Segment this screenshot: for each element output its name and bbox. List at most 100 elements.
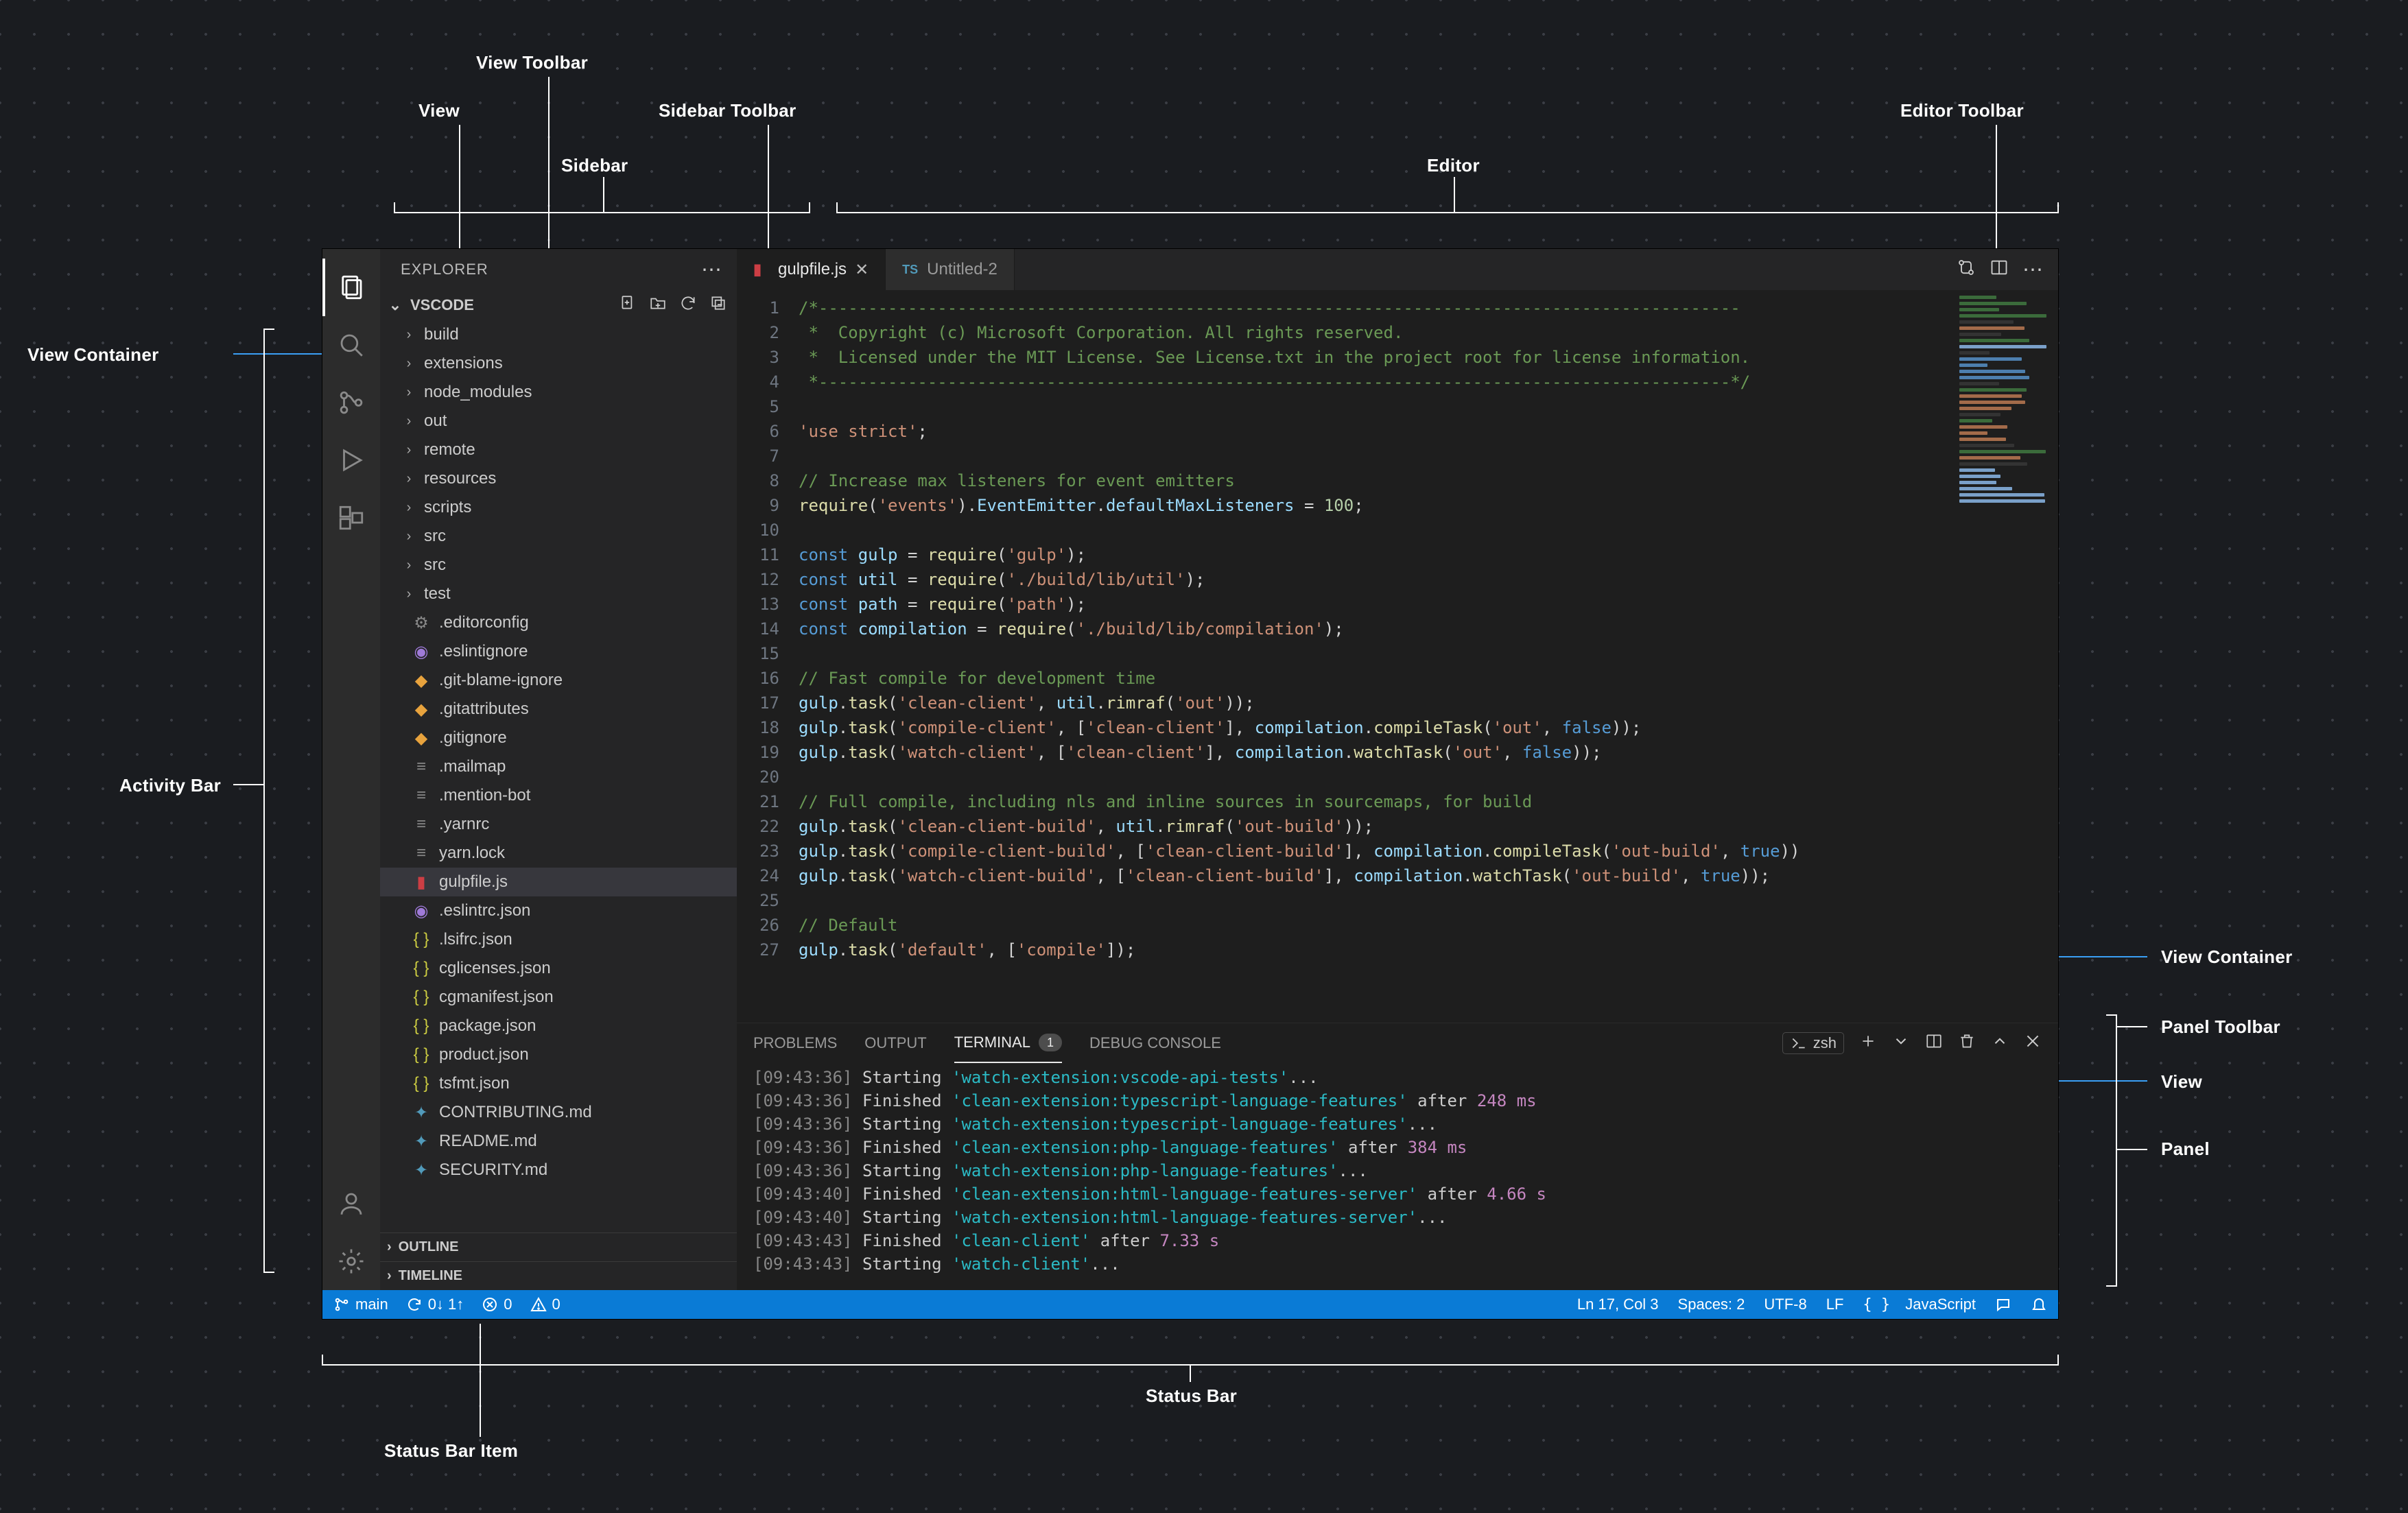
chevron-right-icon: › xyxy=(402,327,416,343)
tree-folder[interactable]: ›out xyxy=(380,407,737,436)
tree-file[interactable]: ◉.eslintrc.json xyxy=(380,896,737,925)
tree-folder[interactable]: ›scripts xyxy=(380,493,737,522)
sidebar-more-icon[interactable]: ⋯ xyxy=(701,258,723,282)
explorer-section-label: VSCODE xyxy=(410,296,474,314)
panel-tab-debug-console[interactable]: DEBUG CONSOLE xyxy=(1089,1023,1221,1063)
tree-file[interactable]: ✦README.md xyxy=(380,1127,737,1156)
minimap[interactable] xyxy=(1955,290,2058,1023)
activity-account-icon[interactable] xyxy=(322,1175,380,1232)
status-feedback-icon[interactable] xyxy=(1995,1296,2011,1313)
label-sidebar-toolbar: Sidebar Toolbar xyxy=(659,100,796,121)
status-errors[interactable]: 0 xyxy=(482,1296,512,1313)
tree-file[interactable]: ◆.gitattributes xyxy=(380,695,737,724)
split-terminal-icon[interactable] xyxy=(1925,1032,1943,1054)
maximize-panel-icon[interactable] xyxy=(1991,1032,2009,1054)
tree-file[interactable]: ◆.gitignore xyxy=(380,724,737,752)
chevron-down-icon: ⌄ xyxy=(387,296,403,314)
kill-terminal-icon[interactable] xyxy=(1958,1032,1976,1054)
status-bar: main 0↓ 1↑ 0 0 Ln 17, Col 3 Spaces: 2 UT… xyxy=(322,1290,2058,1319)
tree-file[interactable]: { }cgmanifest.json xyxy=(380,983,737,1012)
close-icon[interactable]: ✕ xyxy=(855,260,869,280)
status-branch[interactable]: main xyxy=(333,1296,388,1313)
status-cursor-pos[interactable]: Ln 17, Col 3 xyxy=(1577,1296,1659,1313)
new-folder-icon[interactable] xyxy=(649,294,667,316)
activity-scm-icon[interactable] xyxy=(322,374,380,431)
tree-label: .git-blame-ignore xyxy=(439,671,563,690)
status-notifications-icon[interactable] xyxy=(2031,1296,2047,1313)
code-editor[interactable]: 1234567891011121314151617181920212223242… xyxy=(737,290,1955,1023)
tree-folder[interactable]: ›src xyxy=(380,522,737,551)
file-tree[interactable]: ›build›extensions›node_modules›out›remot… xyxy=(380,320,737,1232)
refresh-icon[interactable] xyxy=(679,294,697,316)
tree-label: package.json xyxy=(439,1016,536,1036)
status-eol[interactable]: LF xyxy=(1826,1296,1844,1313)
tree-label: extensions xyxy=(424,354,503,373)
tree-label: .gitattributes xyxy=(439,700,529,719)
tree-label: build xyxy=(424,325,459,344)
activity-settings-icon[interactable] xyxy=(322,1232,380,1290)
tree-file[interactable]: ✦SECURITY.md xyxy=(380,1156,737,1184)
tree-folder[interactable]: ›resources xyxy=(380,464,737,493)
terminal-dropdown-icon[interactable] xyxy=(1892,1032,1910,1054)
tree-file[interactable]: ◆.git-blame-ignore xyxy=(380,666,737,695)
activity-debug-icon[interactable] xyxy=(322,431,380,489)
close-panel-icon[interactable] xyxy=(2024,1032,2042,1054)
tree-label: src xyxy=(424,556,446,575)
label-activity-bar: Activity Bar xyxy=(119,775,221,796)
tree-folder[interactable]: ›remote xyxy=(380,436,737,464)
tree-folder[interactable]: ›node_modules xyxy=(380,378,737,407)
split-editor-icon[interactable] xyxy=(1990,258,2009,282)
outline-section[interactable]: › OUTLINE xyxy=(380,1232,737,1261)
editor-more-icon[interactable]: ⋯ xyxy=(2022,258,2044,282)
activity-extensions-icon[interactable] xyxy=(322,489,380,547)
tree-file[interactable]: { }product.json xyxy=(380,1040,737,1069)
tree-file[interactable]: ▮gulpfile.js xyxy=(380,868,737,896)
terminal-output[interactable]: [09:43:36] Starting 'watch-extension:vsc… xyxy=(737,1063,2058,1290)
new-terminal-icon[interactable] xyxy=(1859,1032,1877,1054)
editor-tab[interactable]: ▮gulpfile.js✕ xyxy=(737,249,886,290)
panel-tab-output[interactable]: OUTPUT xyxy=(864,1023,926,1063)
tree-file[interactable]: ✦CONTRIBUTING.md xyxy=(380,1098,737,1127)
status-warnings[interactable]: 0 xyxy=(530,1296,560,1313)
tree-folder[interactable]: › build xyxy=(380,320,737,349)
view-toolbar xyxy=(619,294,727,316)
file-icon: ▮ xyxy=(412,872,431,892)
label-view-container-left: View Container xyxy=(27,344,159,366)
tree-file[interactable]: ≡.yarnrc xyxy=(380,810,737,839)
activity-explorer-icon[interactable] xyxy=(322,259,380,316)
tree-file[interactable]: ≡yarn.lock xyxy=(380,839,737,868)
panel-tab-problems[interactable]: PROBLEMS xyxy=(753,1023,837,1063)
tree-label: node_modules xyxy=(424,383,532,402)
tree-file[interactable]: { }package.json xyxy=(380,1012,737,1040)
tree-file[interactable]: ⚙.editorconfig xyxy=(380,608,737,637)
timeline-section[interactable]: › TIMELINE xyxy=(380,1261,737,1290)
sidebar-title: EXPLORER xyxy=(401,261,488,278)
activity-search-icon[interactable] xyxy=(322,316,380,374)
tree-file[interactable]: { }cglicenses.json xyxy=(380,954,737,983)
editor-toolbar: ⋯ xyxy=(1957,249,2058,290)
status-language[interactable]: { } JavaScript xyxy=(1863,1296,1976,1313)
file-icon: { } xyxy=(412,930,431,949)
tree-file[interactable]: ≡.mailmap xyxy=(380,752,737,781)
chevron-right-icon: › xyxy=(402,442,416,458)
panel-tab-terminal[interactable]: TERMINAL 1 xyxy=(954,1023,1062,1063)
tree-folder[interactable]: ›extensions xyxy=(380,349,737,378)
collapse-all-icon[interactable] xyxy=(709,294,727,316)
file-icon: ⚙ xyxy=(412,613,431,633)
new-file-icon[interactable] xyxy=(619,294,637,316)
tree-file[interactable]: ◉.eslintignore xyxy=(380,637,737,666)
status-sync[interactable]: 0↓ 1↑ xyxy=(406,1296,464,1313)
tree-label: src xyxy=(424,527,446,546)
tree-folder[interactable]: ›src xyxy=(380,551,737,580)
tree-file[interactable]: { }.lsifrc.json xyxy=(380,925,737,954)
editor-tab[interactable]: TSUntitled-2 xyxy=(886,249,1015,290)
terminal-profile-select[interactable]: zsh xyxy=(1782,1032,1844,1054)
explorer-section-header[interactable]: ⌄ VSCODE xyxy=(380,290,737,320)
panel-toolbar: zsh xyxy=(1782,1032,2042,1054)
status-indent[interactable]: Spaces: 2 xyxy=(1678,1296,1745,1313)
status-encoding[interactable]: UTF-8 xyxy=(1764,1296,1806,1313)
compare-changes-icon[interactable] xyxy=(1957,258,1976,282)
tree-folder[interactable]: ›test xyxy=(380,580,737,608)
tree-file[interactable]: ≡.mention-bot xyxy=(380,781,737,810)
tree-file[interactable]: { }tsfmt.json xyxy=(380,1069,737,1098)
